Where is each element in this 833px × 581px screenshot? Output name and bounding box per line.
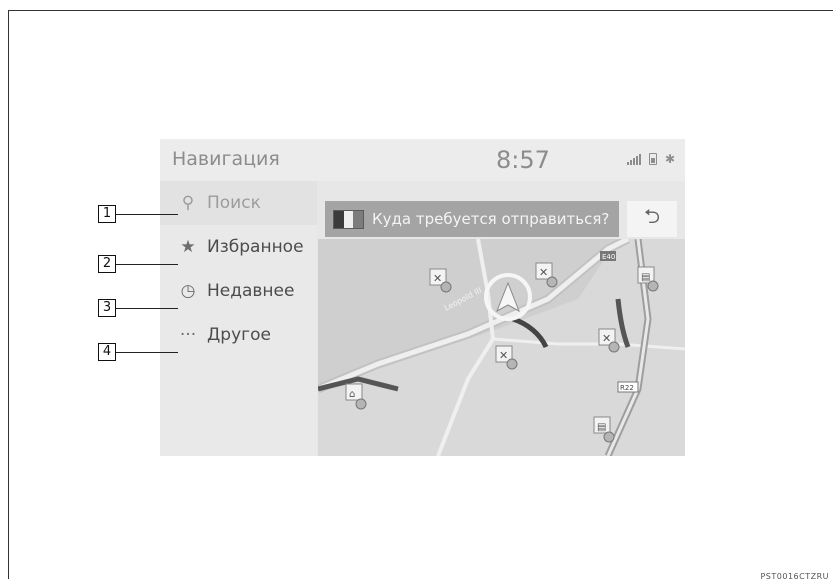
menu-item-search[interactable]: ⚲ Поиск	[160, 181, 317, 225]
back-arrow-icon: ⮌	[643, 204, 661, 228]
bluetooth-icon: ✱	[664, 152, 675, 166]
svg-text:✕: ✕	[433, 272, 442, 285]
svg-text:✕: ✕	[499, 349, 508, 362]
flag-icon	[333, 209, 364, 229]
svg-text:▤: ▤	[597, 422, 606, 433]
frame-border-left	[8, 10, 9, 579]
menu-item-label: Избранное	[207, 237, 304, 257]
svg-text:▤: ▤	[641, 272, 650, 283]
callout-leader-line	[116, 214, 178, 215]
clock-icon: ◷	[180, 281, 196, 301]
sidebar-menu: ⚲ Поиск ★ Избранное ◷ Недавнее ··· Друго…	[160, 181, 317, 456]
road-shield-label: E40	[602, 253, 615, 261]
battery-icon	[648, 153, 657, 165]
callout-4: 4	[98, 343, 116, 361]
menu-item-other[interactable]: ··· Другое	[160, 313, 317, 357]
menu-item-label: Недавнее	[207, 281, 295, 301]
callout-3: 3	[98, 299, 116, 317]
callout-leader-line	[116, 264, 178, 265]
search-prompt: Куда требуется отправиться?	[372, 210, 610, 228]
status-icons: ✱	[626, 152, 675, 166]
search-icon: ⚲	[181, 193, 195, 213]
clock: 8:57	[496, 146, 550, 174]
callout-leader-line	[116, 352, 178, 353]
svg-text:✕: ✕	[539, 266, 548, 279]
back-button[interactable]: ⮌	[627, 201, 677, 237]
menu-item-favorites[interactable]: ★ Избранное	[160, 225, 317, 269]
callout-1: 1	[98, 205, 116, 223]
svg-text:✕: ✕	[602, 332, 611, 345]
star-icon: ★	[180, 237, 196, 257]
menu-item-label: Поиск	[207, 193, 261, 213]
road-shield-label: R22	[620, 384, 634, 392]
menu-item-recent[interactable]: ◷ Недавнее	[160, 269, 317, 313]
app-title: Навигация	[172, 148, 280, 170]
frame-border-top	[8, 10, 833, 11]
callout-leader-line	[116, 308, 178, 309]
callout-2: 2	[98, 255, 116, 273]
menu-item-label: Другое	[207, 325, 271, 345]
destination-search-bar[interactable]: Куда требуется отправиться?	[325, 201, 619, 237]
more-icon: ···	[179, 325, 197, 345]
navigation-screen: Навигация 8:57 ✱ ⚲ Поиск ★ Избранное ◷ Н…	[160, 139, 685, 456]
map-view[interactable]: Leopold III E40 R22 ✕ ✕ ✕ ✕ ▤ ⌂ ▤	[318, 239, 685, 456]
svg-text:⌂: ⌂	[349, 389, 355, 400]
figure-code: PST0016CTZRU	[760, 572, 829, 581]
status-bar: Навигация 8:57 ✱	[160, 139, 685, 181]
signal-icon	[626, 153, 641, 165]
